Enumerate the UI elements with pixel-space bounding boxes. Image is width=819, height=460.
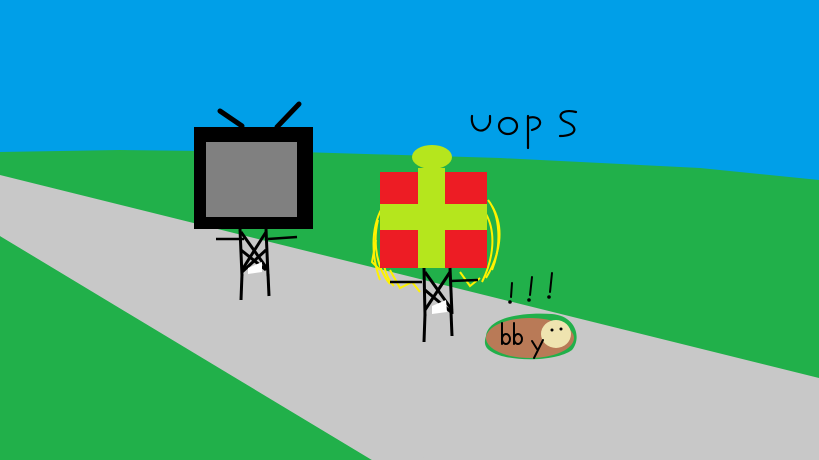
gift-leg-right: [449, 311, 454, 337]
blob-eye-left: [550, 328, 554, 332]
blob-face: [541, 320, 571, 348]
tv-screen: [206, 142, 297, 217]
tv-leg-left: [239, 273, 244, 301]
exclaim-caption: !!!: [505, 279, 531, 304]
gift-arm-right: [449, 278, 479, 283]
blob-eye-right: [559, 327, 563, 331]
tv-leg-right: [266, 273, 271, 297]
bby-caption: bby: [500, 326, 537, 350]
oops-caption: uops: [470, 106, 537, 139]
scene-canvas: uops !!! bby: [0, 0, 819, 460]
gift-bow: [412, 145, 452, 169]
scene-drawing: uops !!! bby: [0, 0, 819, 460]
gift-leg-left: [422, 313, 427, 343]
gift-ribbon-horizontal: [380, 204, 487, 230]
